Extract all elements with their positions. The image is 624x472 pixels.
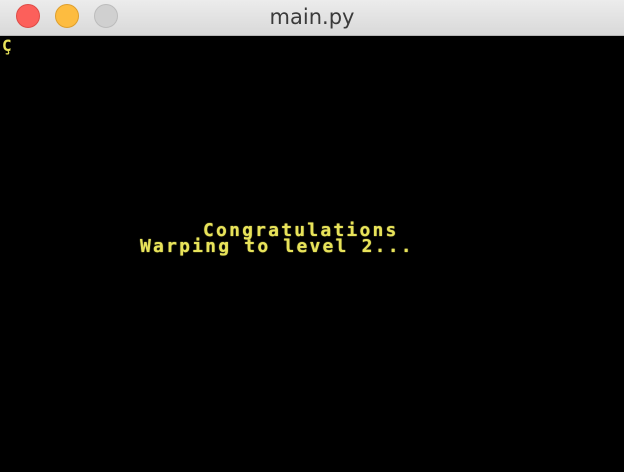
app-window: main.py Ç Congratulations Warping to lev…	[0, 0, 624, 472]
title-bar[interactable]: main.py	[0, 0, 624, 36]
window-title: main.py	[269, 5, 355, 29]
corner-glyph: Ç	[2, 36, 12, 55]
game-screen[interactable]: Ç Congratulations Warping to level 2...	[0, 36, 624, 472]
warping-text: Warping to level 2...	[140, 236, 414, 257]
